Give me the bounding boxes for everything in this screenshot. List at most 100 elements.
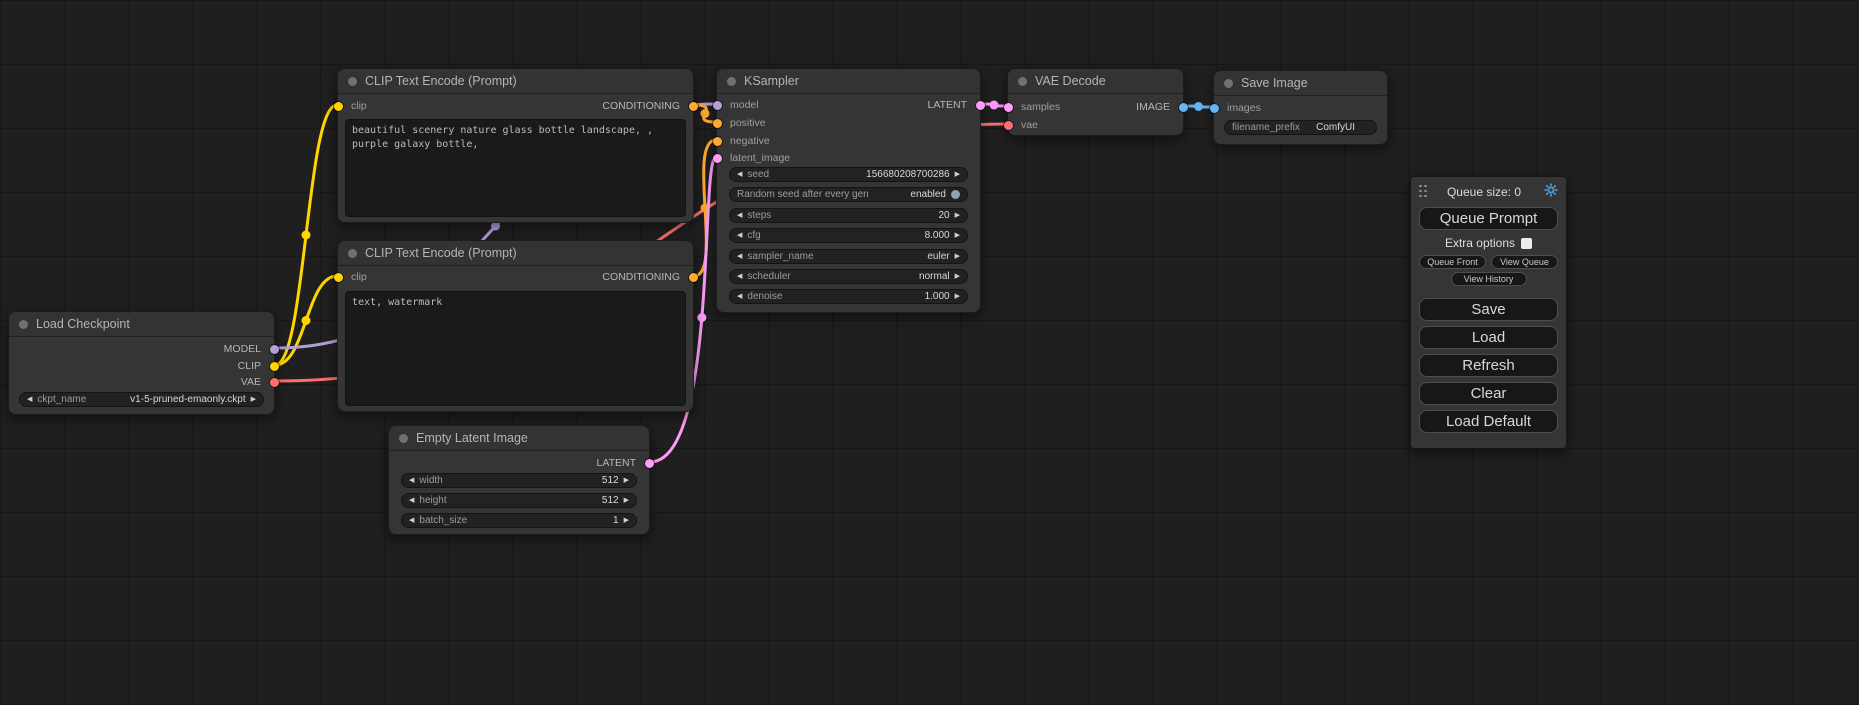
increment-arrow-icon[interactable]: ▶ — [955, 273, 960, 280]
widget-sampler-name[interactable]: ◀ sampler_name euler ▶ — [729, 249, 968, 264]
load-default-button[interactable]: Load Default — [1419, 410, 1558, 433]
node-title-bar[interactable]: Empty Latent Image — [389, 426, 649, 451]
widget-steps[interactable]: ◀ steps 20 ▶ — [729, 208, 968, 223]
load-button[interactable]: Load — [1419, 326, 1558, 349]
view-history-button[interactable]: View History — [1451, 272, 1527, 286]
link-midpoint-dot[interactable] — [1194, 102, 1203, 111]
input-port-latent-image[interactable]: latent_image — [717, 151, 790, 165]
port-dot[interactable] — [713, 154, 722, 163]
port-dot[interactable] — [334, 102, 343, 111]
output-port-latent[interactable]: LATENT — [928, 98, 980, 112]
port-dot[interactable] — [1179, 103, 1188, 112]
input-port-positive[interactable]: positive — [717, 116, 766, 130]
collapse-dot-icon[interactable] — [348, 249, 357, 258]
decrement-arrow-icon[interactable]: ◀ — [737, 253, 742, 260]
output-port-latent[interactable]: LATENT — [597, 456, 649, 470]
widget-scheduler[interactable]: ◀ scheduler normal ▶ — [729, 269, 968, 284]
input-port-samples[interactable]: samples — [1008, 100, 1060, 114]
input-port-clip[interactable]: clip — [338, 99, 367, 113]
decrement-arrow-icon[interactable]: ◀ — [737, 171, 742, 178]
widget-width[interactable]: ◀ width 512 ▶ — [401, 473, 637, 488]
input-port-images[interactable]: images — [1214, 101, 1261, 115]
decrement-arrow-icon[interactable]: ◀ — [409, 477, 414, 484]
collapse-dot-icon[interactable] — [399, 434, 408, 443]
node-title-bar[interactable]: Load Checkpoint — [9, 312, 274, 337]
output-port-image[interactable]: IMAGE — [1136, 100, 1183, 114]
output-port-vae[interactable]: VAE — [241, 375, 274, 389]
widget-filename-prefix[interactable]: filename_prefix ComfyUI — [1224, 120, 1377, 135]
increment-arrow-icon[interactable]: ▶ — [624, 517, 629, 524]
output-port-clip[interactable]: CLIP — [238, 359, 274, 373]
widget-batch-size[interactable]: ◀ batch_size 1 ▶ — [401, 513, 637, 528]
collapse-dot-icon[interactable] — [348, 77, 357, 86]
port-dot[interactable] — [713, 137, 722, 146]
queue-front-button[interactable]: Queue Front — [1419, 255, 1486, 269]
port-dot[interactable] — [270, 378, 279, 387]
node-empty-latent-image[interactable]: Empty Latent Image LATENT ◀ width 512 ▶ … — [388, 425, 650, 535]
node-title-bar[interactable]: CLIP Text Encode (Prompt) — [338, 241, 693, 266]
link-midpoint-dot[interactable] — [990, 101, 999, 110]
widget-denoise[interactable]: ◀ denoise 1.000 ▶ — [729, 289, 968, 304]
port-dot[interactable] — [689, 273, 698, 282]
port-dot[interactable] — [976, 101, 985, 110]
collapse-dot-icon[interactable] — [1018, 77, 1027, 86]
decrement-arrow-icon[interactable]: ◀ — [409, 517, 414, 524]
input-port-negative[interactable]: negative — [717, 134, 770, 148]
collapse-dot-icon[interactable] — [727, 77, 736, 86]
widget-random-seed-toggle[interactable]: Random seed after every gen enabled — [729, 187, 968, 202]
port-dot[interactable] — [645, 459, 654, 468]
decrement-arrow-icon[interactable]: ◀ — [737, 232, 742, 239]
port-dot[interactable] — [334, 273, 343, 282]
decrement-arrow-icon[interactable]: ◀ — [737, 293, 742, 300]
increment-arrow-icon[interactable]: ▶ — [955, 171, 960, 178]
output-port-model[interactable]: MODEL — [224, 342, 274, 356]
drag-handle-icon[interactable] — [1419, 185, 1428, 199]
view-queue-button[interactable]: View Queue — [1491, 255, 1558, 269]
toggle-dot-icon[interactable] — [951, 190, 960, 199]
extra-options-checkbox[interactable] — [1521, 238, 1532, 249]
port-dot[interactable] — [1210, 104, 1219, 113]
increment-arrow-icon[interactable]: ▶ — [251, 396, 256, 403]
node-clip-text-encode-negative[interactable]: CLIP Text Encode (Prompt) clip CONDITION… — [337, 240, 694, 412]
prompt-textarea[interactable]: beautiful scenery nature glass bottle la… — [345, 119, 686, 217]
refresh-button[interactable]: Refresh — [1419, 354, 1558, 377]
input-port-clip[interactable]: clip — [338, 270, 367, 284]
prompt-textarea[interactable]: text, watermark — [345, 291, 686, 406]
port-dot[interactable] — [1004, 121, 1013, 130]
node-save-image[interactable]: Save Image images filename_prefix ComfyU… — [1213, 70, 1388, 145]
increment-arrow-icon[interactable]: ▶ — [955, 253, 960, 260]
port-dot[interactable] — [689, 102, 698, 111]
increment-arrow-icon[interactable]: ▶ — [624, 477, 629, 484]
increment-arrow-icon[interactable]: ▶ — [955, 212, 960, 219]
input-port-vae[interactable]: vae — [1008, 118, 1038, 132]
widget-seed[interactable]: ◀ seed 156680208700286 ▶ — [729, 167, 968, 182]
settings-gear-icon[interactable] — [1544, 183, 1558, 200]
clear-button[interactable]: Clear — [1419, 382, 1558, 405]
node-ksampler[interactable]: KSampler model positive negative latent_… — [716, 68, 981, 313]
increment-arrow-icon[interactable]: ▶ — [955, 293, 960, 300]
decrement-arrow-icon[interactable]: ◀ — [737, 212, 742, 219]
node-title-bar[interactable]: KSampler — [717, 69, 980, 94]
node-title-bar[interactable]: Save Image — [1214, 71, 1387, 96]
save-button[interactable]: Save — [1419, 298, 1558, 321]
link-midpoint-dot[interactable] — [701, 109, 710, 118]
decrement-arrow-icon[interactable]: ◀ — [27, 396, 32, 403]
queue-prompt-button[interactable]: Queue Prompt — [1419, 207, 1558, 230]
output-port-conditioning[interactable]: CONDITIONING — [602, 99, 693, 113]
input-port-model[interactable]: model — [717, 98, 759, 112]
port-dot[interactable] — [713, 101, 722, 110]
widget-height[interactable]: ◀ height 512 ▶ — [401, 493, 637, 508]
link-midpoint-dot[interactable] — [697, 313, 706, 322]
output-port-conditioning[interactable]: CONDITIONING — [602, 270, 693, 284]
port-dot[interactable] — [713, 119, 722, 128]
node-clip-text-encode-positive[interactable]: CLIP Text Encode (Prompt) clip CONDITION… — [337, 68, 694, 223]
increment-arrow-icon[interactable]: ▶ — [955, 232, 960, 239]
port-dot[interactable] — [270, 345, 279, 354]
link-midpoint-dot[interactable] — [302, 230, 311, 239]
widget-ckpt-name[interactable]: ◀ ckpt_name v1-5-pruned-emaonly.ckpt ▶ — [19, 392, 264, 407]
collapse-dot-icon[interactable] — [1224, 79, 1233, 88]
widget-cfg[interactable]: ◀ cfg 8.000 ▶ — [729, 228, 968, 243]
port-dot[interactable] — [270, 362, 279, 371]
node-load-checkpoint[interactable]: Load Checkpoint MODEL CLIP VAE ◀ ckpt_na… — [8, 311, 275, 415]
collapse-dot-icon[interactable] — [19, 320, 28, 329]
